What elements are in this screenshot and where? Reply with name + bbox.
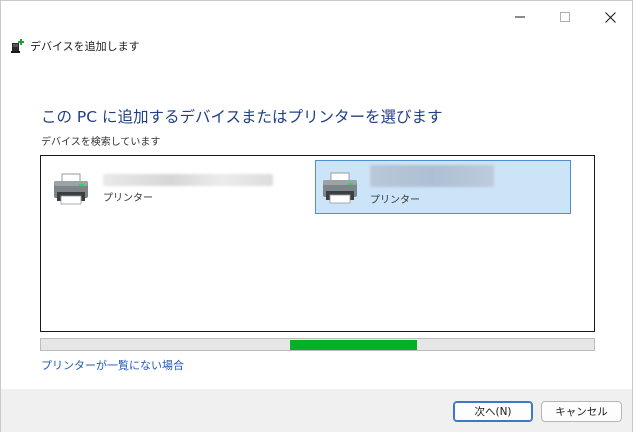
maximize-button[interactable] xyxy=(542,1,588,33)
device-name-redacted xyxy=(370,165,494,187)
add-device-window: デバイスを追加します この PC に追加するデバイスまたはプリンターを選びます … xyxy=(0,0,633,432)
progress-fill xyxy=(290,340,417,350)
device-item-selected[interactable]: プリンター xyxy=(315,160,571,214)
search-progress-bar xyxy=(40,338,595,351)
window-title: デバイスを追加します xyxy=(30,40,140,53)
device-text: プリンター xyxy=(103,174,273,204)
add-device-icon xyxy=(11,39,24,53)
device-text: プリンター xyxy=(370,165,494,206)
page-title: この PC に追加するデバイスまたはプリンターを選びます xyxy=(41,108,443,126)
next-button[interactable]: 次へ(N) xyxy=(453,401,533,422)
close-icon xyxy=(604,11,616,23)
device-type-label: プリンター xyxy=(370,195,420,206)
minimize-icon xyxy=(515,16,525,18)
printer-icon xyxy=(323,172,357,204)
maximize-icon xyxy=(560,12,570,22)
printer-not-listed-link[interactable]: プリンターが一覧にない場合 xyxy=(41,357,184,373)
device-list[interactable]: プリンター プリンター xyxy=(40,155,595,332)
device-item[interactable]: プリンター xyxy=(53,166,303,219)
title-bar xyxy=(1,1,632,33)
close-button[interactable] xyxy=(587,1,633,33)
wizard-footer: 次へ(N) キャンセル xyxy=(1,389,632,432)
cancel-button[interactable]: キャンセル xyxy=(541,401,622,422)
minimize-button[interactable] xyxy=(497,1,543,33)
device-type-label: プリンター xyxy=(103,193,153,204)
search-status: デバイスを検索しています xyxy=(41,137,161,148)
printer-icon xyxy=(54,173,88,205)
device-name-redacted xyxy=(103,174,273,186)
wizard-header: デバイスを追加します xyxy=(11,37,140,55)
